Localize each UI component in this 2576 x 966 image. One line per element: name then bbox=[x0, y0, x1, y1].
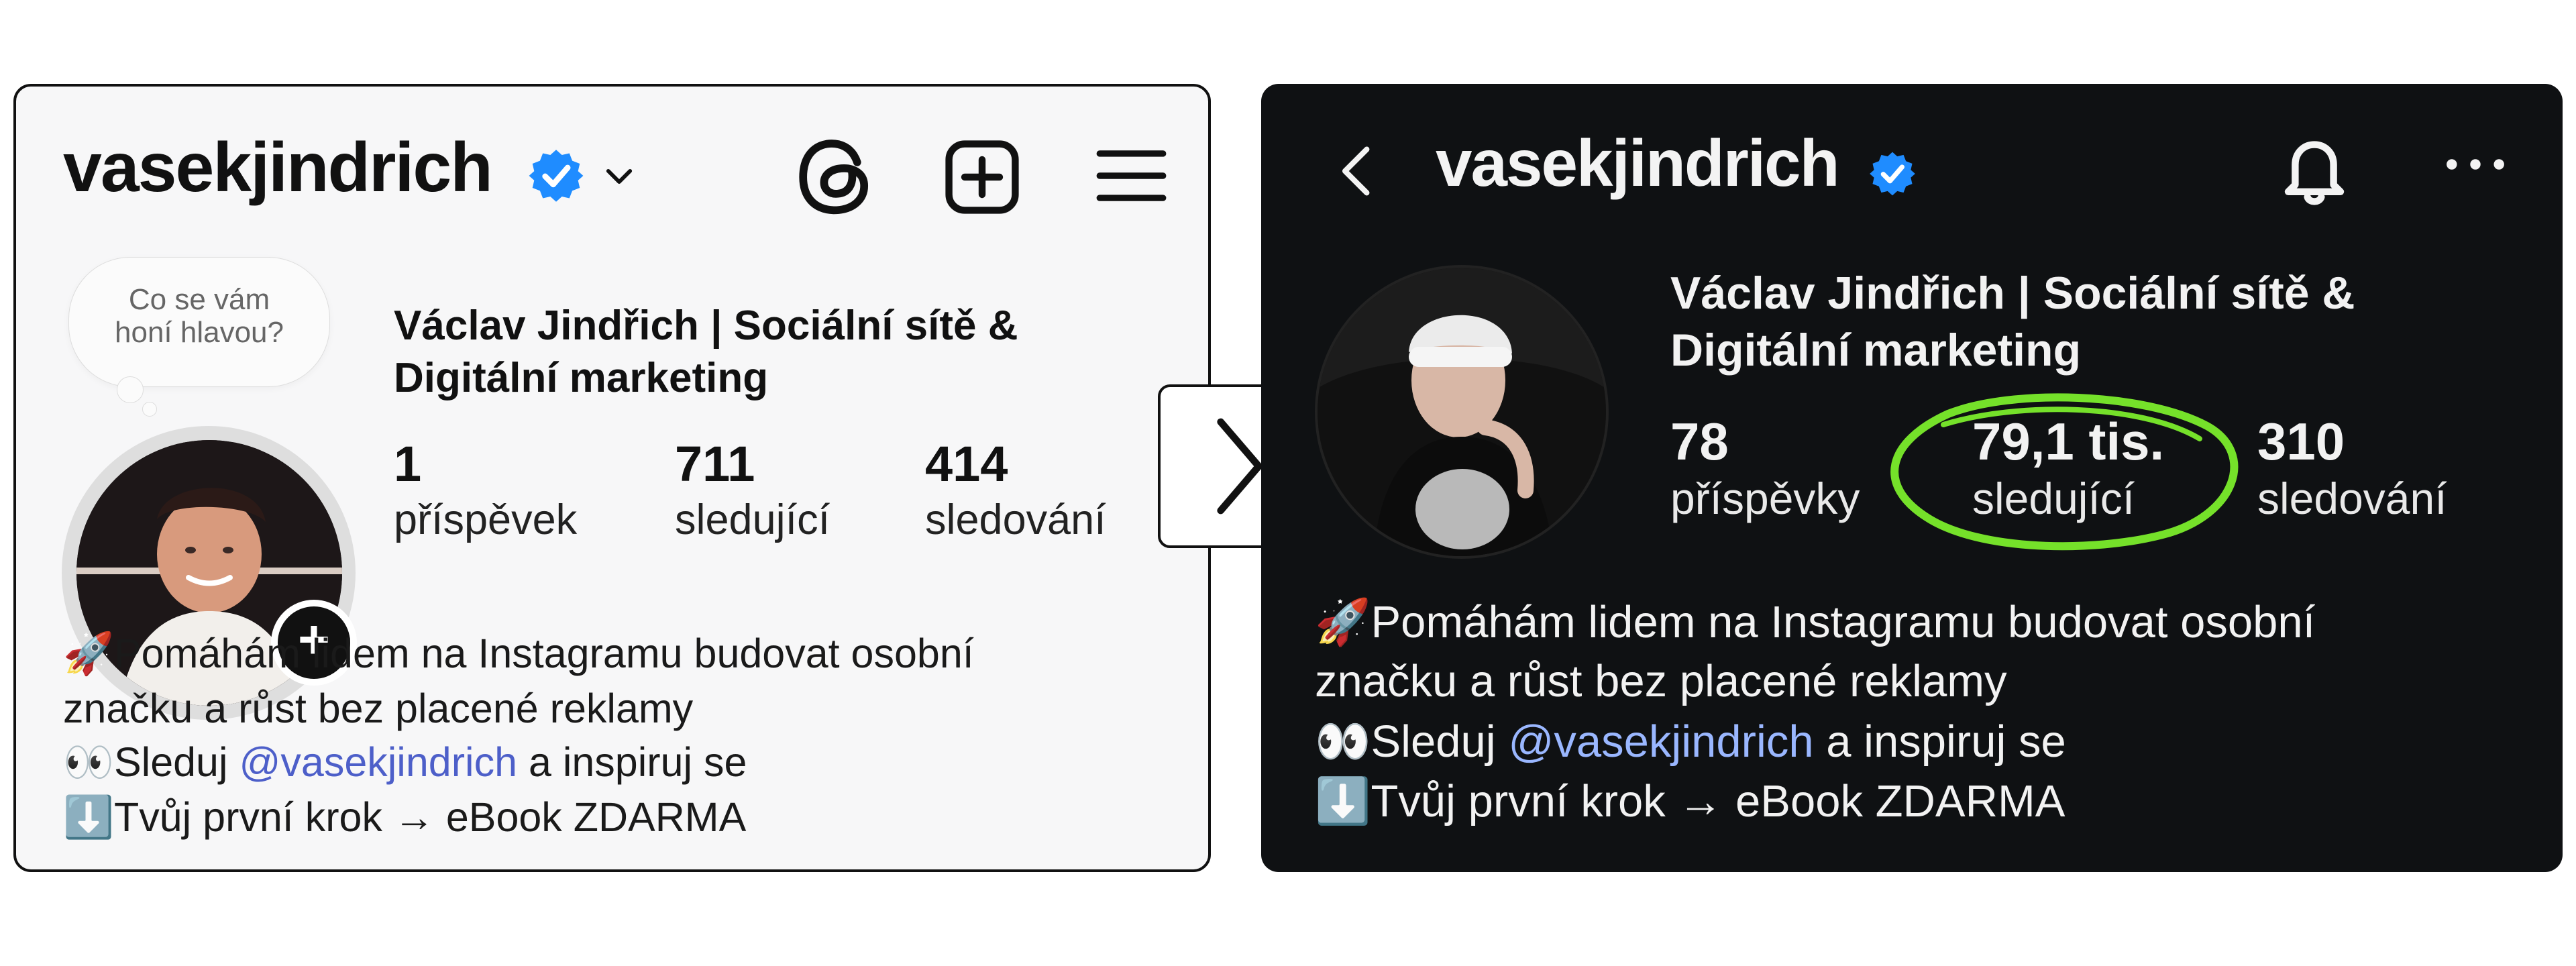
following-label[interactable]: sledování bbox=[925, 496, 1106, 544]
posts-count[interactable]: 78 bbox=[1670, 411, 1729, 472]
display-name: Václav Jindřich | Sociální sítě & Digitá… bbox=[1670, 268, 2355, 376]
bio: 🚀Pomáhám lidem na Instagramu budovat oso… bbox=[1315, 592, 2522, 832]
menu-icon[interactable] bbox=[1089, 136, 1173, 215]
more-icon[interactable] bbox=[2438, 144, 2512, 184]
threads-icon[interactable] bbox=[791, 133, 878, 221]
verified-icon bbox=[529, 150, 584, 202]
bio-line-1: Pomáhám lidem na Instagramu budovat osob… bbox=[113, 631, 974, 676]
bio-line-3-prefix: Sleduj bbox=[1371, 716, 1509, 767]
display-name: Václav Jindřich | Sociální sítě & Digitá… bbox=[394, 303, 1018, 401]
followers-count[interactable]: 711 bbox=[675, 435, 755, 492]
eyes-icon: 👀 bbox=[63, 739, 114, 787]
rocket-icon: 🚀 bbox=[1315, 596, 1371, 648]
down-arrow-icon: ⬇️ bbox=[63, 793, 114, 841]
bio-line-2: značku a růst bez placené reklamy bbox=[63, 685, 694, 731]
avatar[interactable] bbox=[1315, 265, 1609, 559]
posts-count[interactable]: 1 bbox=[394, 435, 421, 492]
bio: 🚀Pomáhám lidem na Instagramu budovat oso… bbox=[63, 627, 1170, 845]
bio-line-3-prefix: Sleduj bbox=[113, 739, 239, 786]
rocket-icon: 🚀 bbox=[63, 630, 114, 678]
bio-line-4: Tvůj první krok → eBook ZDARMA bbox=[1371, 776, 2065, 827]
followers-highlight-circle bbox=[1890, 393, 2239, 551]
story-note-line-1: Co se vám bbox=[128, 283, 270, 316]
verified-icon bbox=[1870, 152, 1915, 196]
story-note-bubble[interactable]: Co se vám honí hlavou? bbox=[68, 257, 330, 387]
bio-line-3-suffix: a inspiruj se bbox=[1813, 716, 2066, 767]
bio-line-3-suffix: a inspiruj se bbox=[517, 739, 747, 786]
speech-tail-small bbox=[142, 402, 157, 417]
following-count[interactable]: 414 bbox=[925, 435, 1008, 492]
following-label[interactable]: sledování bbox=[2257, 473, 2447, 524]
username: vasekjindrich bbox=[1436, 126, 1839, 200]
bio-line-2: značku a růst bez placené reklamy bbox=[1315, 656, 2007, 707]
chevron-down-icon[interactable] bbox=[600, 157, 639, 196]
bell-icon[interactable] bbox=[2271, 125, 2358, 213]
down-arrow-icon: ⬇️ bbox=[1315, 775, 1371, 828]
bio-line-1: Pomáhám lidem na Instagramu budovat osob… bbox=[1371, 597, 2316, 647]
bio-line-4: Tvůj první krok → eBook ZDARMA bbox=[113, 794, 747, 840]
bio-mention-link[interactable]: @vasekjindrich bbox=[239, 739, 517, 785]
posts-label[interactable]: příspěvek bbox=[394, 496, 577, 544]
bio-mention-link[interactable]: @vasekjindrich bbox=[1508, 716, 1813, 767]
posts-label[interactable]: příspěvky bbox=[1670, 473, 1860, 524]
before-profile-panel: vasekjindrich Co se vám honí hlavou? + V… bbox=[13, 84, 1211, 872]
followers-label[interactable]: sledující bbox=[675, 496, 830, 544]
eyes-icon: 👀 bbox=[1315, 714, 1371, 767]
after-profile-panel: vasekjindrich Václav Jindřich | Sociální… bbox=[1261, 84, 2563, 872]
speech-tail-large bbox=[117, 376, 144, 403]
following-count[interactable]: 310 bbox=[2257, 411, 2345, 472]
back-arrow-icon[interactable] bbox=[1327, 131, 1387, 211]
username: vasekjindrich bbox=[63, 129, 493, 207]
add-post-icon[interactable] bbox=[938, 133, 1026, 221]
story-note-line-2: honí hlavou? bbox=[115, 316, 284, 350]
